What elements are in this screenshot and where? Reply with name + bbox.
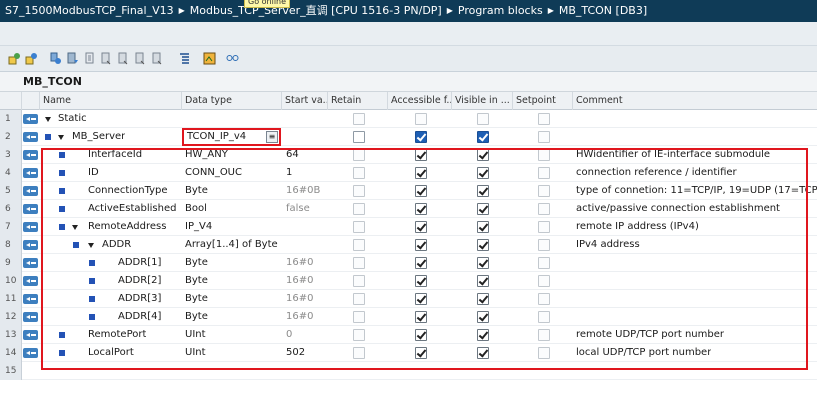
- breadcrumb-project[interactable]: S7_1500ModbusTCP_Final_V13: [5, 4, 174, 17]
- overview-icon[interactable]: [178, 52, 191, 65]
- row-number: 2: [0, 128, 22, 146]
- datatype-picker-button[interactable]: ≡: [266, 131, 278, 143]
- glasses-icon[interactable]: [226, 52, 239, 65]
- visible-checkbox[interactable]: [477, 131, 489, 143]
- header-start-value[interactable]: Start va...: [282, 92, 328, 110]
- header-datatype[interactable]: Data type: [182, 92, 282, 110]
- row-number: 7: [0, 218, 22, 236]
- header-accessible[interactable]: Accessible f...: [388, 92, 452, 110]
- breadcrumb: S7_1500ModbusTCP_Final_V13 ▶ Modbus_TCP_Se…: [0, 0, 817, 22]
- interface-icon: [23, 132, 38, 142]
- monitor-icon[interactable]: [134, 52, 147, 65]
- block-title: MB_TCON: [0, 72, 817, 92]
- variable-icon: [45, 134, 51, 140]
- interface-icon: [23, 258, 38, 268]
- datatype-input[interactable]: TCON_IP_v4 ≡: [182, 128, 281, 146]
- copy-snapshot-icon[interactable]: [49, 52, 62, 65]
- monitor-all-icon[interactable]: [203, 52, 216, 65]
- highlight-frame: [41, 148, 808, 370]
- snapshot-icon[interactable]: [25, 52, 38, 65]
- header-comment[interactable]: Comment: [573, 92, 817, 110]
- column-header-row: Name Data type Start va... Retain Access…: [0, 92, 817, 110]
- row-number: 4: [0, 164, 22, 182]
- datatype-value: TCON_IP_v4: [187, 131, 247, 142]
- setpoint-checkbox: [538, 131, 550, 143]
- setpoint-checkbox: [538, 113, 550, 125]
- row-number: 9: [0, 254, 22, 272]
- list-icon[interactable]: [151, 52, 164, 65]
- table-row[interactable]: 1 Static: [0, 110, 817, 128]
- reset-start-values-icon[interactable]: [84, 52, 97, 65]
- interface-icon: [23, 348, 38, 358]
- header-setpoint[interactable]: Setpoint: [513, 92, 573, 110]
- row-number: 6: [0, 200, 22, 218]
- load-start-values-icon[interactable]: [66, 52, 79, 65]
- retain-checkbox[interactable]: [353, 131, 365, 143]
- interface-icon: [23, 150, 38, 160]
- breadcrumb-block[interactable]: MB_TCON [DB3]: [559, 4, 647, 17]
- interface-icon: [23, 294, 38, 304]
- accessible-checkbox: [415, 113, 427, 125]
- retain-checkbox: [353, 113, 365, 125]
- row-number: 14: [0, 344, 22, 362]
- breadcrumb-program-blocks[interactable]: Program blocks: [458, 4, 543, 17]
- breadcrumb-device[interactable]: Modbus_TCP_Server_直调 [CPU 1516-3 PN/DP]: [190, 4, 442, 17]
- breadcrumb-separator-icon: ▶: [178, 6, 185, 15]
- go-online-tooltip: Go online: [244, 0, 291, 8]
- keep-actual-values-icon[interactable]: [8, 52, 21, 65]
- breadcrumb-separator-icon: ▶: [547, 6, 554, 15]
- table-row[interactable]: 2 MB_Server TCON_IP_v4 ≡: [0, 128, 817, 146]
- row-number: 15: [0, 362, 22, 380]
- row-number: 5: [0, 182, 22, 200]
- row-number: 3: [0, 146, 22, 164]
- editor-header-strip: [0, 22, 817, 46]
- interface-icon: [23, 186, 38, 196]
- header-name[interactable]: Name: [40, 92, 182, 110]
- declaration-table: 1 Static 2 MB_Server TCON_IP_v4 ≡ 3 Inte…: [0, 110, 817, 415]
- row-name[interactable]: MB_Server: [72, 128, 125, 146]
- header-rownum: [0, 92, 22, 110]
- interface-icon: [23, 312, 38, 322]
- interface-icon: [23, 276, 38, 286]
- header-retain[interactable]: Retain: [328, 92, 388, 110]
- interface-icon: [23, 204, 38, 214]
- interface-icon: [23, 330, 38, 340]
- visible-checkbox: [477, 113, 489, 125]
- row-number: 13: [0, 326, 22, 344]
- interface-icon: [23, 222, 38, 232]
- row-number: 8: [0, 236, 22, 254]
- expand-icon[interactable]: [100, 52, 113, 65]
- row-number: 12: [0, 308, 22, 326]
- breadcrumb-separator-icon: ▶: [446, 6, 453, 15]
- interface-icon: [23, 168, 38, 178]
- header-visible[interactable]: Visible in ...: [452, 92, 513, 110]
- collapse-arrow-icon[interactable]: [58, 135, 64, 140]
- collapse-icon[interactable]: [117, 52, 130, 65]
- row-number: 10: [0, 272, 22, 290]
- row-name[interactable]: Static: [58, 110, 87, 128]
- row-number: 1: [0, 110, 22, 128]
- interface-icon: [23, 114, 38, 124]
- interface-icon: [23, 240, 38, 250]
- collapse-arrow-icon[interactable]: [45, 117, 51, 122]
- accessible-checkbox[interactable]: [415, 131, 427, 143]
- row-number: 11: [0, 290, 22, 308]
- header-icon: [22, 92, 40, 110]
